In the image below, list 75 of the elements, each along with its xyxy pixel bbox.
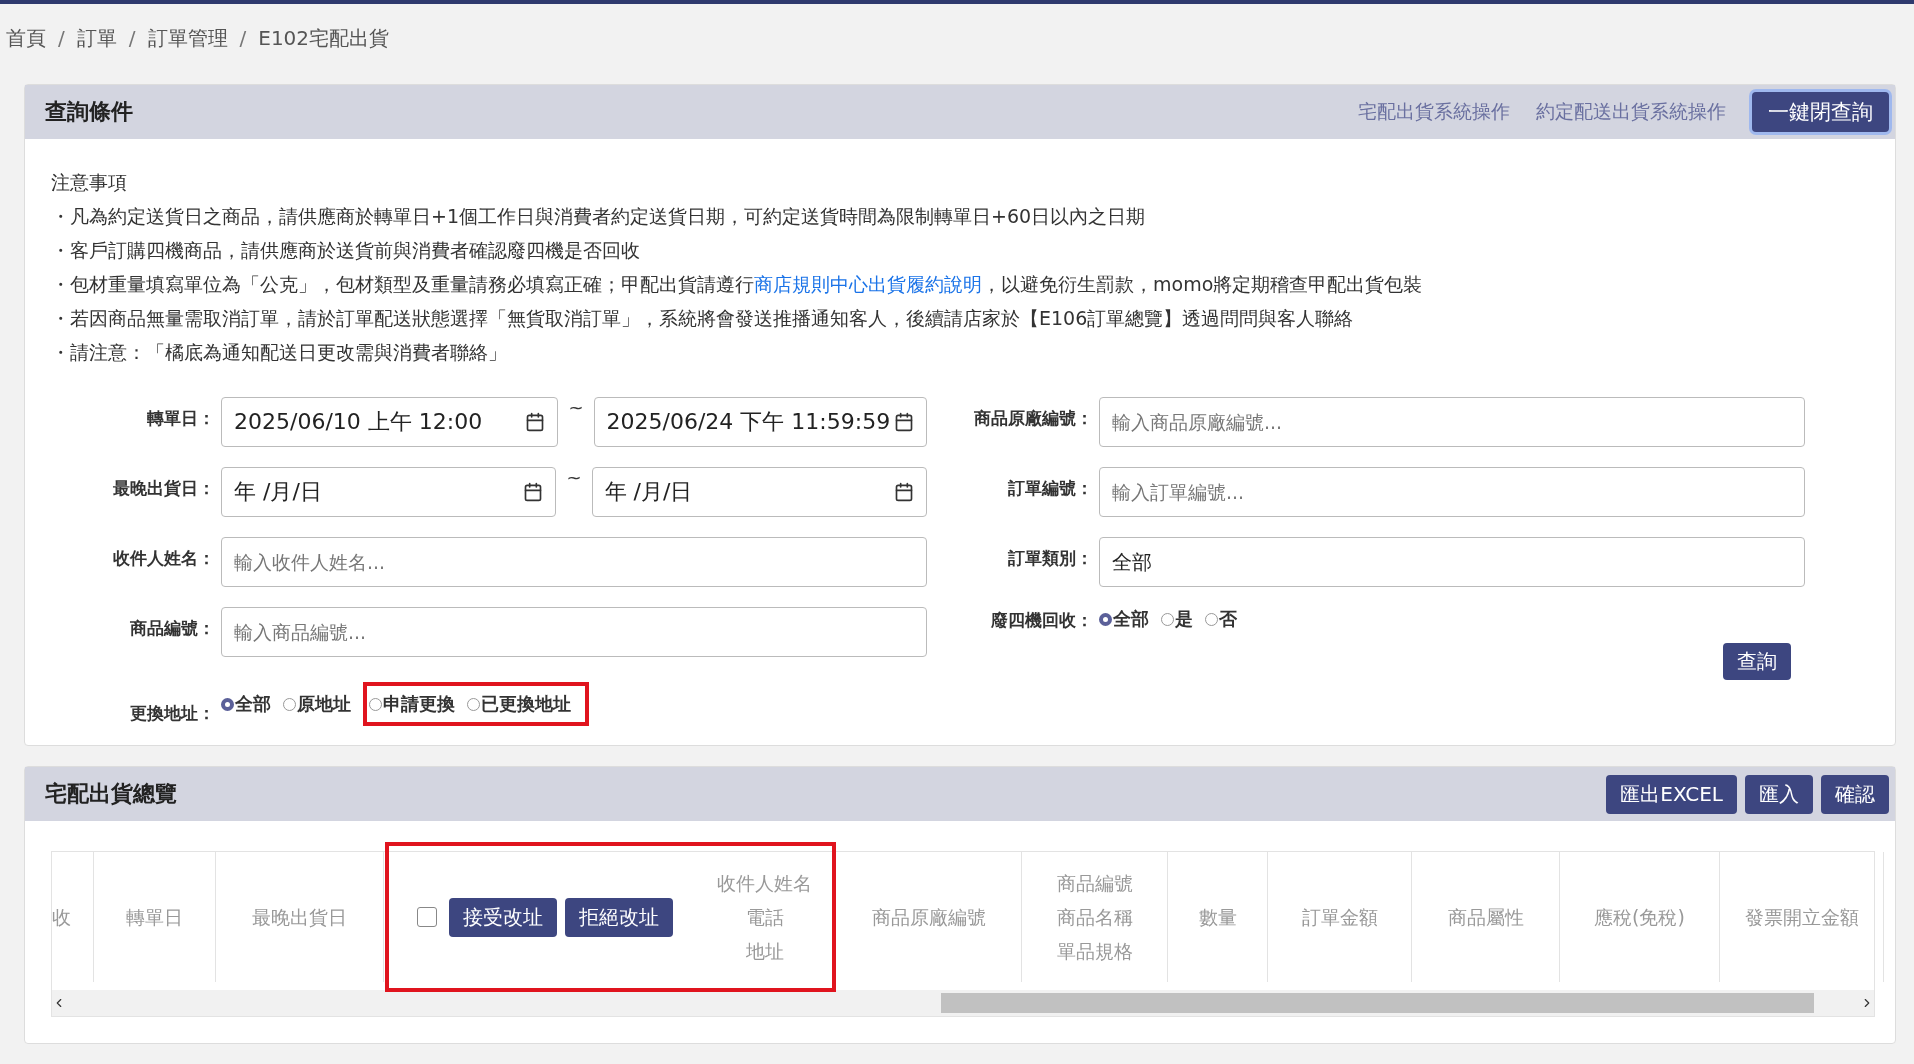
column-header: 收 xyxy=(52,905,71,930)
column-header: 商品編號 商品名稱 單品規格 xyxy=(1056,871,1133,964)
range-separator: ~ xyxy=(566,467,582,488)
radio-circle[interactable] xyxy=(1099,612,1112,626)
breadcrumb-separator: / xyxy=(128,26,136,50)
radio-circle[interactable] xyxy=(1161,612,1174,626)
toolbar-button[interactable]: 確認 xyxy=(1821,774,1889,814)
breadcrumb-link[interactable]: 首頁 xyxy=(6,24,46,52)
column-header: 發票開立金額 xyxy=(1744,905,1859,930)
select-field[interactable]: 全部 xyxy=(1099,537,1805,587)
radio-option[interactable]: 全部 xyxy=(221,692,271,716)
radio-option[interactable]: 全部 xyxy=(1099,607,1149,631)
text-field[interactable]: 輸入訂單編號... xyxy=(1099,467,1805,517)
toolbar-button[interactable]: 匯出EXCEL xyxy=(1606,774,1737,814)
note-line: ・客戶訂購四機商品，請供應商於送貨前與消費者確認廢四機是否回收 xyxy=(51,238,641,263)
note-line: ・包材重量填寫單位為「公克」，包材類型及重量請務必填寫正確；甲配出貨請遵行商店規則中心出貨履約說明，以避免衍生罰款，momo將定期稽查甲配出貨包裝 xyxy=(51,272,1424,297)
breadcrumb-link[interactable]: E102宅配出貨 xyxy=(258,24,390,52)
panel-title: 宅配出貨總覽 xyxy=(45,780,177,808)
field-label: 轉單日： xyxy=(146,407,215,430)
note-line: ・凡為約定送貨日之商品，請供應商於轉單日+1個工作日與消費者約定送貨日期，可約定送貨時間為限制轉單日+60日以內之日期 xyxy=(51,204,1147,229)
field-label: 商品編號： xyxy=(129,617,215,640)
address-button[interactable]: 接受改址 xyxy=(449,897,557,937)
radio-circle[interactable] xyxy=(369,697,382,711)
text-field[interactable]: 輸入商品編號... xyxy=(221,607,927,657)
radio-option[interactable]: 申請更換 xyxy=(369,692,455,716)
checkbox[interactable] xyxy=(417,907,437,927)
breadcrumb-link[interactable]: 訂單 xyxy=(76,24,117,52)
field-label: 訂單編號： xyxy=(1007,477,1093,500)
column-header: 商品原廠編號 xyxy=(871,905,986,930)
field-label: 訂單類別： xyxy=(1007,547,1093,570)
calendar-icon[interactable] xyxy=(894,482,914,502)
radio-option[interactable]: 已更換地址 xyxy=(467,692,571,716)
field-label: 最晚出貨日： xyxy=(112,477,215,500)
calendar-icon[interactable] xyxy=(894,412,914,432)
breadcrumb-separator: / xyxy=(58,26,65,50)
radio-option[interactable]: 否 xyxy=(1205,607,1237,631)
field-label: 更換地址： xyxy=(129,702,215,725)
date-field[interactable]: 2025/06/24 下午 11:59:59 xyxy=(593,397,927,447)
date-field[interactable]: 年 /月/日 xyxy=(591,467,927,517)
toolbar-button[interactable]: 匯入 xyxy=(1745,774,1813,814)
range-separator: ~ xyxy=(568,397,584,418)
column-header: 應稅(免稅) xyxy=(1594,905,1685,930)
note-line: ・請注意：「橘底為通知配送日更改需與消費者聯絡」 xyxy=(51,340,508,365)
text-field[interactable]: 輸入商品原廠編號... xyxy=(1099,397,1805,447)
field-label: 廢四機回收： xyxy=(990,609,1093,632)
panel-title: 查詢條件 xyxy=(45,98,133,126)
calendar-icon[interactable] xyxy=(525,412,546,432)
scroll-thumb[interactable] xyxy=(940,993,1814,1013)
radio-circle[interactable] xyxy=(1205,612,1218,626)
address-button[interactable]: 拒絕改址 xyxy=(565,897,673,937)
text-field[interactable]: 輸入收件人姓名... xyxy=(221,537,927,587)
column-header: 數量 xyxy=(1198,905,1237,930)
column-header: 最晚出貨日 xyxy=(252,905,347,930)
date-field[interactable]: 年 /月/日 xyxy=(221,467,557,517)
horizontal-scrollbar[interactable] xyxy=(52,990,1874,1016)
field-label: 收件人姓名： xyxy=(112,547,215,570)
column-header: 訂單金額 xyxy=(1301,905,1378,930)
note-link[interactable]: 商店規則中心出貨履約說明 xyxy=(754,273,982,295)
date-field[interactable]: 2025/06/10 上午 12:00 xyxy=(221,397,559,447)
breadcrumb-link[interactable]: 訂單管理 xyxy=(147,24,228,52)
column-header: 收件人姓名 電話 地址 xyxy=(717,871,812,964)
field-label: 商品原廠編號： xyxy=(973,407,1093,430)
column-header: 商品屬性 xyxy=(1447,905,1524,930)
breadcrumb-separator: / xyxy=(239,26,247,50)
search-button[interactable]: 查詢 xyxy=(1723,643,1791,680)
radio-circle[interactable] xyxy=(467,697,480,711)
calendar-icon[interactable] xyxy=(523,482,544,502)
collapse-button[interactable]: 一鍵閉查詢 xyxy=(1752,92,1889,132)
radio-option[interactable]: 是 xyxy=(1161,607,1193,631)
note-line: ・若因商品無量需取消訂單，請於訂單配送狀態選擇「無貨取消訂單」，系統將會發送推播通知客人，後續請店家於【E106訂單總覽】透過問問與客人聯絡 xyxy=(51,306,1355,331)
radio-circle[interactable] xyxy=(283,697,296,711)
column-header: 轉單日 xyxy=(126,905,183,930)
notes-title: 注意事項 xyxy=(51,170,128,195)
radio-circle[interactable] xyxy=(221,697,234,711)
radio-option[interactable]: 原地址 xyxy=(283,692,351,716)
